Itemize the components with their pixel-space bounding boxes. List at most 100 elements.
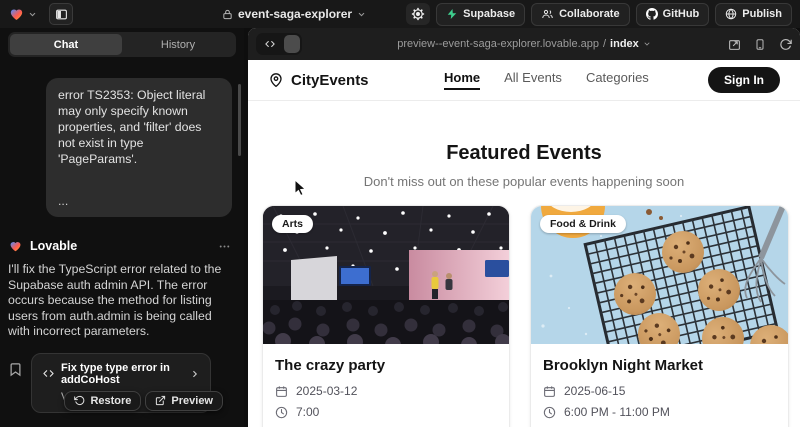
supabase-button[interactable]: Supabase [436,3,525,26]
publish-label: Publish [742,8,782,20]
url-host: preview--event-saga-explorer.lovable.app [397,38,599,50]
url-separator: / [603,38,606,50]
event-time-row: 7:00 [275,405,497,419]
code-change-row: Fix type type error in addCoHost View co… [8,353,232,413]
project-selector[interactable]: event-saga-explorer [222,0,366,28]
event-card-brooklyn-night-market[interactable]: Food & Drink Brooklyn Night Market 2025-… [530,205,789,427]
featured-subtitle: Don't miss out on these popular events h… [248,174,800,189]
chat-scrollbar[interactable] [238,84,241,156]
chevron-down-icon [643,40,651,48]
featured-section-header: Featured Events Don't miss out on these … [248,142,800,189]
github-label: GitHub [663,8,700,20]
code-view-toggle[interactable] [256,33,302,55]
site-brand[interactable]: CityEvents [268,72,369,89]
people-icon [541,8,554,20]
lovable-logo-menu[interactable] [8,6,37,22]
nav-all-events[interactable]: All Events [504,70,562,90]
message-truncation-ellipsis: ... [58,193,220,209]
restore-button[interactable]: Restore [64,391,141,411]
mobile-view-icon[interactable] [754,38,766,51]
code-icon [42,368,55,379]
lock-icon [222,9,233,20]
preview-toolbar-actions [728,38,792,51]
assistant-paragraph-1: I'll fix the TypeScript error related to… [8,262,232,340]
category-badge: Arts [272,215,313,233]
preview-icon [155,395,166,406]
lovable-heart-icon [8,239,23,253]
supabase-icon [446,8,458,20]
event-cards: Arts The crazy party 2025-03-12 [262,205,789,427]
site-header: CityEvents Home All Events Categories Si… [248,60,800,101]
bookmark-icon[interactable] [8,362,23,377]
message-actions: Restore Preview [64,391,223,411]
publish-button[interactable]: Publish [715,3,792,26]
clock-icon [275,406,288,419]
chevron-down-icon [28,10,37,19]
restore-label: Restore [90,395,131,407]
app-window: event-saga-explorer [0,0,800,427]
chat-panel: Chat History error TS2353: Object litera… [0,28,244,427]
event-date: 2025-06-15 [564,384,625,398]
project-name: event-saga-explorer [238,7,352,21]
github-button[interactable]: GitHub [636,3,710,26]
event-time: 6:00 PM - 11:00 PM [564,405,670,419]
open-in-new-window-icon[interactable] [728,38,741,51]
lovable-heart-icon [8,6,25,22]
location-pin-icon [268,72,284,88]
supabase-label: Supabase [463,8,515,20]
event-date-row: 2025-06-15 [543,384,776,398]
chevron-right-icon [190,369,200,379]
github-icon [646,8,658,20]
event-date: 2025-03-12 [296,384,357,398]
url-page: index [610,38,639,50]
clock-icon [543,406,556,419]
preview-label: Preview [171,395,213,407]
event-card-crazy-party[interactable]: Arts The crazy party 2025-03-12 [262,205,510,427]
preview-button[interactable]: Preview [145,391,223,411]
code-change-title: Fix type type error in addCoHost [61,362,184,386]
event-time-row: 6:00 PM - 11:00 PM [543,405,776,419]
nav-categories[interactable]: Categories [586,70,649,90]
user-message-text: error TS2353: Object literal may only sp… [58,87,220,167]
user-message-bubble: error TS2353: Object literal may only sp… [46,78,232,217]
sign-in-button[interactable]: Sign In [708,67,780,93]
globe-icon [725,8,737,20]
assistant-header: Lovable [8,239,232,253]
topbar-actions: Supabase Collaborate GitHub [406,3,792,26]
assistant-name: Lovable [30,239,77,253]
calendar-icon [543,385,556,398]
event-time: 7:00 [296,405,319,419]
category-badge: Food & Drink [540,215,626,233]
code-icon [264,39,276,49]
featured-title: Featured Events [248,142,800,165]
site-nav: Home All Events Categories [444,70,649,90]
chevron-down-icon [357,10,366,19]
collaborate-label: Collaborate [559,8,620,20]
brand-name: CityEvents [291,72,369,89]
event-title: Brooklyn Night Market [543,357,776,374]
event-card-body: The crazy party 2025-03-12 [263,344,509,427]
event-date-row: 2025-03-12 [275,384,497,398]
event-image-cookies: Food & Drink [531,206,788,344]
preview-pane: preview--event-saga-explorer.lovable.app… [248,28,800,427]
tab-history[interactable]: History [122,34,234,55]
settings-button[interactable] [406,3,430,25]
collaborate-button[interactable]: Collaborate [531,3,630,26]
panel-left-icon [55,8,68,21]
event-card-body: Brooklyn Night Market 2025-06-15 [531,344,788,427]
code-segment[interactable] [258,35,282,53]
event-title: The crazy party [275,357,497,374]
preview-toolbar: preview--event-saga-explorer.lovable.app… [248,28,800,60]
tab-chat[interactable]: Chat [10,34,122,55]
calendar-icon [275,385,288,398]
restore-icon [74,395,85,406]
refresh-icon[interactable] [779,38,792,51]
more-options-icon[interactable] [217,240,232,253]
preview-segment[interactable] [284,35,300,53]
sidebar-toggle-button[interactable] [49,3,73,25]
preview-url[interactable]: preview--event-saga-explorer.lovable.app… [248,28,800,60]
nav-home[interactable]: Home [444,70,480,90]
site-content: CityEvents Home All Events Categories Si… [248,60,800,427]
chat-history-tabs: Chat History [8,32,236,57]
top-bar: event-saga-explorer [0,0,800,28]
